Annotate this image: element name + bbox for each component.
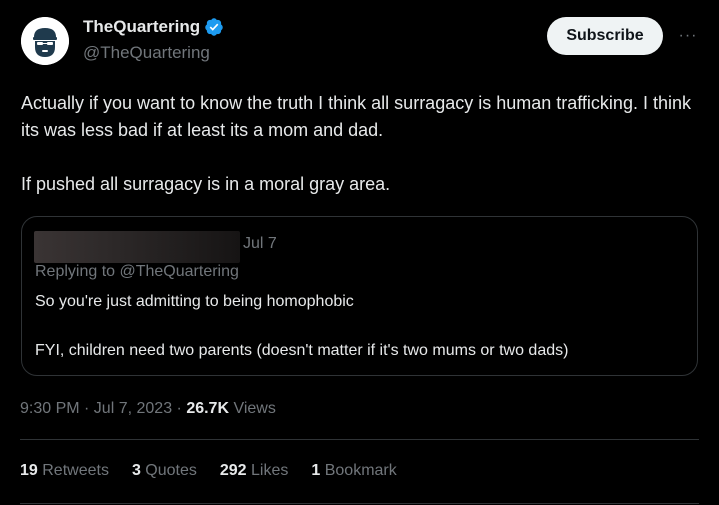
views-label: Views — [229, 400, 276, 417]
redacted-author — [34, 231, 240, 263]
quote-text-line: So you're just admitting to being homoph… — [35, 293, 354, 310]
quote-replying-to: Replying to @TheQuartering — [35, 263, 239, 280]
stat-label: Bookmark — [320, 462, 397, 479]
quotes-stat[interactable]: 3 Quotes — [132, 462, 197, 480]
author-name-row[interactable]: TheQuartering — [83, 17, 224, 37]
more-options-icon[interactable]: ··· — [676, 24, 700, 48]
quote-date[interactable]: Jul 7 — [243, 235, 277, 253]
stat-count: 292 — [219, 462, 247, 479]
quote-text-line: FYI, children need two parents (doesn't … — [35, 342, 569, 359]
avatar[interactable] — [21, 17, 69, 65]
divider — [20, 439, 699, 440]
quoted-tweet[interactable]: Jul 7 Replying to @TheQuartering So you'… — [21, 216, 698, 376]
stat-label: Quotes — [140, 462, 197, 479]
subscribe-button[interactable]: Subscribe — [547, 17, 663, 55]
stat-label: Retweets — [37, 462, 109, 479]
engagement-stats: 19 Retweets 3 Quotes 292 Likes 1 Bookmar… — [20, 462, 420, 480]
stat-count: 3 — [131, 462, 141, 479]
retweets-stat[interactable]: 19 Retweets — [20, 462, 109, 480]
bookmarks-stat[interactable]: 1 Bookmark — [311, 462, 396, 480]
tweet-text: Actually if you want to know the truth I… — [21, 90, 691, 198]
tweet-meta: 9:30 PM · Jul 7, 2023 · 26.7K Views — [20, 400, 276, 418]
likes-stat[interactable]: 292 Likes — [220, 462, 289, 480]
verified-badge-icon — [205, 18, 223, 36]
divider — [20, 503, 699, 504]
tweet-timestamp[interactable]: 9:30 PM · Jul 7, 2023 · — [20, 400, 186, 417]
tweet-paragraph: Actually if you want to know the truth I… — [21, 93, 691, 140]
views-count: 26.7K — [186, 400, 230, 417]
bearded-face-icon — [21, 17, 69, 65]
tweet-paragraph: If pushed all surragacy is in a moral gr… — [21, 174, 391, 194]
stat-count: 19 — [20, 462, 38, 479]
author-display-name[interactable]: TheQuartering — [83, 17, 200, 37]
stat-count: 1 — [311, 462, 321, 479]
author-handle[interactable]: @TheQuartering — [83, 43, 210, 63]
stat-label: Likes — [246, 462, 289, 479]
tweet: TheQuartering @TheQuartering Subscribe ·… — [0, 0, 719, 505]
